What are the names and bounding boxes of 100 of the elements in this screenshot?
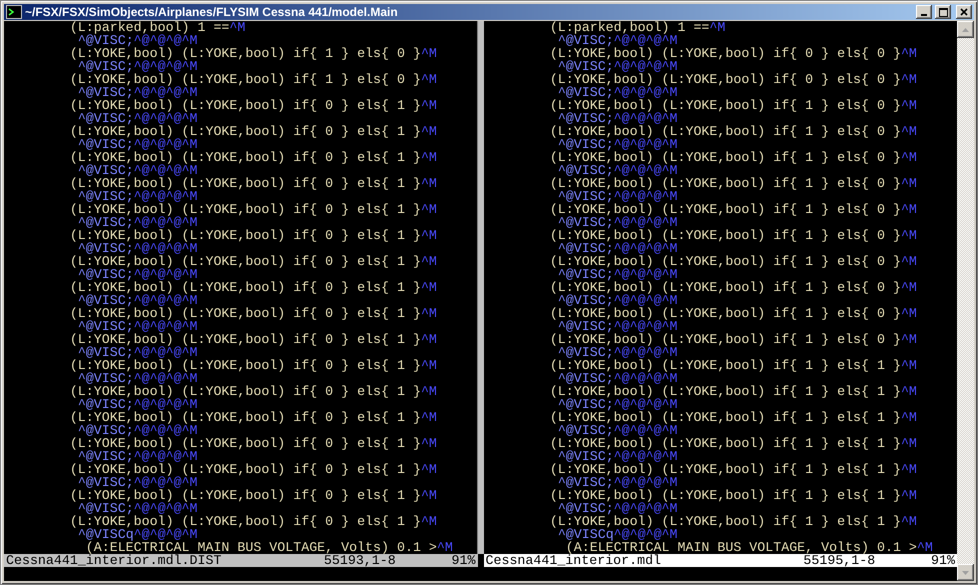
close-button[interactable] (956, 5, 972, 19)
code-line: ^@VISC;^@^@^@^M (558, 137, 678, 152)
code-line: (L:YOKE,bool) (L:YOKE,bool) if{ 0 } els{ 1 }^M (70, 202, 437, 217)
code-line: (L:YOKE,bool) (L:YOKE,bool) if{ 1 } els{ 1 }^M (550, 462, 917, 477)
code-line: (L:YOKE,bool) (L:YOKE,bool) if{ 0 } els{ 1 }^M (70, 462, 437, 477)
code-line: (L:YOKE,bool) (L:YOKE,bool) if{ 0 } els{ 1 }^M (70, 332, 437, 347)
code-line: ^@VISC;^@^@^@^M (558, 111, 678, 126)
code-line: ^@VISC;^@^@^@^M (78, 475, 198, 490)
scroll-up-button[interactable] (957, 21, 974, 38)
code-line: (L:YOKE,bool) (L:YOKE,bool) if{ 0 } els{ 1 }^M (70, 410, 437, 425)
code-line: ^@VISC;^@^@^@^M (78, 449, 198, 464)
code-line: (L:YOKE,bool) (L:YOKE,bool) if{ 0 } els{ 1 }^M (70, 176, 437, 191)
code-line: (L:YOKE,bool) (L:YOKE,bool) if{ 0 } els{ 1 }^M (70, 358, 437, 373)
down-arrow-icon (962, 570, 969, 574)
code-line: ^@VISC;^@^@^@^M (78, 267, 198, 282)
code-line: (L:YOKE,bool) (L:YOKE,bool) if{ 0 } els{ 0 }^M (550, 46, 917, 61)
code-line: (L:YOKE,bool) (L:YOKE,bool) if{ 0 } els{ 1 }^M (70, 514, 437, 529)
code-line: ^@VISC;^@^@^@^M (558, 241, 678, 256)
scroll-down-button[interactable] (957, 564, 974, 581)
code-line: (L:YOKE,bool) (L:YOKE,bool) if{ 1 } els{ 0 }^M (70, 72, 437, 87)
scrollbar[interactable] (957, 21, 974, 581)
code-line: (L:YOKE,bool) (L:YOKE,bool) if{ 0 } els{ 1 }^M (70, 124, 437, 139)
code-line: (A:ELECTRICAL MAIN BUS VOLTAGE, Volts) 0.1 >^M (566, 540, 933, 554)
code-line: ^@VISC;^@^@^@^M (78, 85, 198, 100)
code-line: ^@VISC;^@^@^@^M (558, 267, 678, 282)
code-line: ^@VISC;^@^@^@^M (78, 215, 198, 230)
code-line: (L:YOKE,bool) (L:YOKE,bool) if{ 0 } els{ 1 }^M (70, 150, 437, 165)
code-line: ^@VISC;^@^@^@^M (78, 371, 198, 386)
code-line: (L:YOKE,bool) (L:YOKE,bool) if{ 0 } els{ 1 }^M (70, 280, 437, 295)
code-line: ^@VISC;^@^@^@^M (558, 449, 678, 464)
code-line: (L:YOKE,bool) (L:YOKE,bool) if{ 0 } els{ 1 }^M (70, 228, 437, 243)
code-line: (L:YOKE,bool) (L:YOKE,bool) if{ 1 } els{ 0 }^M (70, 46, 437, 61)
code-line: ^@VISC;^@^@^@^M (558, 293, 678, 308)
code-line: (A:ELECTRICAL MAIN BUS VOLTAGE, Volts) 0.1 >^M (86, 540, 453, 554)
code-line: ^@VISCq^@^@^@^M (558, 527, 678, 542)
code-line: (L:YOKE,bool) (L:YOKE,bool) if{ 0 } els{ 1 }^M (70, 436, 437, 451)
code-line: (L:YOKE,bool) (L:YOKE,bool) if{ 1 } els{ 0 }^M (550, 202, 917, 217)
code-line: ^@VISC;^@^@^@^M (78, 59, 198, 74)
file-name: Cessna441_interior.mdl.DIST (6, 554, 222, 567)
code-line: (L:YOKE,bool) (L:YOKE,bool) if{ 1 } els{ 0 }^M (550, 98, 917, 113)
code-line: ^@VISC;^@^@^@^M (78, 189, 198, 204)
code-line: ^@VISC;^@^@^@^M (558, 33, 678, 48)
code-line: (L:YOKE,bool) (L:YOKE,bool) if{ 1 } els{ 0 }^M (550, 306, 917, 321)
cursor-position: 55193,1-8 (324, 554, 397, 567)
code-line: ^@VISC;^@^@^@^M (558, 85, 678, 100)
code-line: (L:YOKE,bool) (L:YOKE,bool) if{ 1 } els{ 0 }^M (550, 124, 917, 139)
code-line: (L:YOKE,bool) (L:YOKE,bool) if{ 0 } els{ 0 }^M (550, 72, 917, 87)
code-line: ^@VISC;^@^@^@^M (558, 163, 678, 178)
close-icon (960, 8, 968, 16)
code-line: (L:YOKE,bool) (L:YOKE,bool) if{ 1 } els{ 0 }^M (550, 228, 917, 243)
code-line: (L:YOKE,bool) (L:YOKE,bool) if{ 0 } els{ 1 }^M (70, 306, 437, 321)
code-line: (L:YOKE,bool) (L:YOKE,bool) if{ 1 } els{ 0 }^M (550, 280, 917, 295)
code-line: (L:YOKE,bool) (L:YOKE,bool) if{ 0 } els{ 1 }^M (70, 488, 437, 503)
code-line: ^@VISC;^@^@^@^M (78, 319, 198, 334)
maximize-button[interactable] (935, 5, 951, 19)
code-line: ^@VISC;^@^@^@^M (558, 475, 678, 490)
code-line: (L:YOKE,bool) (L:YOKE,bool) if{ 1 } els{ 1 }^M (550, 384, 917, 399)
code-line: (L:YOKE,bool) (L:YOKE,bool) if{ 0 } els{ 1 }^M (70, 384, 437, 399)
code-line: ^@VISC;^@^@^@^M (558, 371, 678, 386)
code-line: ^@VISC;^@^@^@^M (558, 345, 678, 360)
code-line: ^@VISC;^@^@^@^M (78, 345, 198, 360)
code-line: (L:YOKE,bool) (L:YOKE,bool) if{ 1 } els{ 0 }^M (550, 254, 917, 269)
code-line: ^@VISC;^@^@^@^M (78, 33, 198, 48)
file-name: Cessna441_interior.mdl (486, 554, 662, 567)
scroll-percent: 91% (450, 554, 476, 567)
code-line: ^@VISC;^@^@^@^M (78, 163, 198, 178)
code-line: ^@VISC;^@^@^@^M (558, 189, 678, 204)
maximize-icon (938, 8, 948, 16)
code-line: (L:YOKE,bool) (L:YOKE,bool) if{ 1 } els{ 1 }^M (550, 358, 917, 373)
scroll-percent: 91% (930, 554, 956, 567)
minimize-button[interactable] (916, 5, 932, 19)
code-line: ^@VISC;^@^@^@^M (558, 423, 678, 438)
code-line: (L:YOKE,bool) (L:YOKE,bool) if{ 0 } els{ 1 }^M (70, 254, 437, 269)
code-line: (L:YOKE,bool) (L:YOKE,bool) if{ 1 } els{ 1 }^M (550, 410, 917, 425)
code-line: ^@VISC;^@^@^@^M (78, 423, 198, 438)
code-line: ^@VISC;^@^@^@^M (78, 111, 198, 126)
code-line: ^@VISC;^@^@^@^M (78, 293, 198, 308)
code-line: (L:YOKE,bool) (L:YOKE,bool) if{ 1 } els{ 1 }^M (550, 436, 917, 451)
code-line: ^@VISCq^@^@^@^M (78, 527, 198, 542)
code-line: (L:parked,bool) 1 ==^M (70, 21, 246, 35)
code-line: (L:YOKE,bool) (L:YOKE,bool) if{ 0 } els{ 1 }^M (70, 98, 437, 113)
code-line: ^@VISC;^@^@^@^M (78, 137, 198, 152)
code-line: ^@VISC;^@^@^@^M (558, 215, 678, 230)
code-line: (L:YOKE,bool) (L:YOKE,bool) if{ 1 } els{ 1 }^M (550, 514, 917, 529)
code-line: (L:YOKE,bool) (L:YOKE,bool) if{ 1 } els{ 0 }^M (550, 150, 917, 165)
code-line: ^@VISC;^@^@^@^M (78, 397, 198, 412)
cursor-position: 55195,1-8 (803, 554, 876, 567)
code-line: ^@VISC;^@^@^@^M (558, 59, 678, 74)
terminal-icon (6, 5, 22, 19)
up-arrow-icon (962, 28, 969, 32)
code-line: ^@VISC;^@^@^@^M (558, 397, 678, 412)
code-line: (L:YOKE,bool) (L:YOKE,bool) if{ 1 } els{ 1 }^M (550, 488, 917, 503)
window-title: ~/FSX/FSX/SimObjects/Airplanes/FLYSIM Cessna 441/model.Main (25, 5, 399, 19)
code-line: ^@VISC;^@^@^@^M (78, 241, 198, 256)
code-line: ^@VISC;^@^@^@^M (558, 501, 678, 516)
code-line: (L:YOKE,bool) (L:YOKE,bool) if{ 1 } els{ 0 }^M (550, 332, 917, 347)
code-line: (L:parked,bool) 1 ==^M (550, 21, 726, 35)
code-line: ^@VISC;^@^@^@^M (558, 319, 678, 334)
code-line: ^@VISC;^@^@^@^M (78, 501, 198, 516)
code-line: (L:YOKE,bool) (L:YOKE,bool) if{ 1 } els{ 0 }^M (550, 176, 917, 191)
